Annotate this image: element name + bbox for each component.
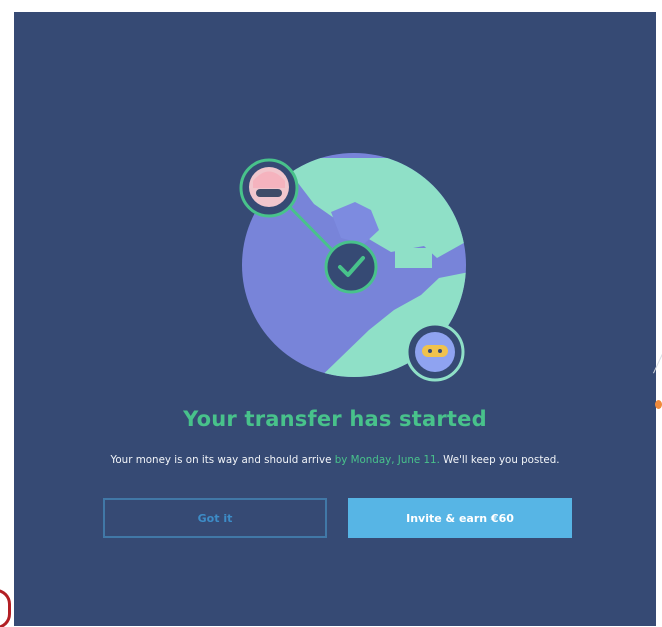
message-prefix: Your money is on its way and should arri… <box>110 454 335 466</box>
globe-illustration <box>239 153 466 382</box>
transfer-message: Your money is on its way and should arri… <box>14 454 656 466</box>
arrival-date-highlight: by Monday, June 11. <box>334 454 440 466</box>
edge-dot-decoration <box>655 400 662 409</box>
transfer-success-panel: Your transfer has started Your money is … <box>14 12 656 626</box>
message-suffix: We'll keep you posted. <box>439 454 560 466</box>
corner-decoration <box>0 589 11 627</box>
check-circle-icon <box>324 240 378 294</box>
transfer-started-title: Your transfer has started <box>183 407 487 431</box>
sender-avatar-icon <box>239 158 299 218</box>
invite-earn-button[interactable]: Invite & earn €60 <box>348 498 572 538</box>
page: Your transfer has started Your money is … <box>0 0 662 627</box>
recipient-avatar-icon <box>405 322 465 382</box>
got-it-button[interactable]: Got it <box>103 498 327 538</box>
